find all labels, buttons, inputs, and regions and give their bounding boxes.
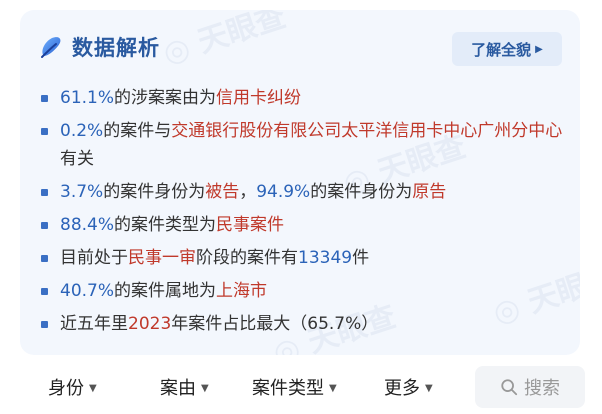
bullet-icon (41, 189, 48, 196)
filter-bar: 身份 ▼ 案由 ▼ 案件类型 ▼ 更多 ▼ 搜索 (0, 362, 602, 410)
filter-case-type-label: 案件类型 (252, 378, 324, 399)
highlight-link[interactable]: 被告 (205, 182, 239, 202)
analysis-list: 61.1%的涉案案由为信用卡纠纷 0.2%的案件与交通银行股份有限公司太平洋信用卡… (38, 84, 578, 343)
highlight-link[interactable]: 原告 (412, 182, 446, 202)
search-button[interactable]: 搜索 (475, 366, 585, 408)
bullet-icon (41, 321, 48, 328)
item-text: 阶段的案件有 (196, 248, 298, 268)
stat-value: 3.7% (60, 182, 104, 202)
item-text: 年案件占比最大（65.7%） (171, 314, 379, 334)
item-text: 的案件身份为 (310, 182, 413, 202)
item-text: 有关 (60, 149, 94, 169)
stat-value: 88.4% (60, 215, 115, 235)
highlight-link[interactable]: 2023 (128, 314, 171, 334)
filter-identity-label: 身份 (48, 378, 84, 399)
caret-down-icon: ▼ (329, 382, 337, 394)
bullet-icon (41, 255, 48, 262)
search-label: 搜索 (524, 378, 560, 399)
analysis-item: 61.1%的涉案案由为信用卡纠纷 (38, 84, 578, 112)
learn-more-button[interactable]: 了解全貌 ▶ (452, 32, 562, 66)
item-text: 近五年里 (60, 314, 128, 334)
bullet-icon (41, 288, 48, 295)
analysis-logo-icon (41, 37, 61, 58)
bullet-icon (41, 95, 48, 102)
stat-value: 61.1% (60, 88, 115, 108)
highlight-link[interactable]: 信用卡纠纷 (216, 88, 301, 108)
item-text: 的案件类型为 (114, 215, 217, 235)
stat-value: 13349 (298, 248, 353, 268)
caret-down-icon: ▼ (425, 382, 433, 394)
filter-case-type[interactable]: 案件类型 ▼ (252, 374, 337, 400)
stat-value: 0.2% (60, 121, 104, 141)
bullet-icon (41, 128, 48, 135)
analysis-item: 40.7%的案件属地为上海市 (38, 277, 578, 305)
filter-cause-label: 案由 (160, 378, 196, 399)
card-title: 数据解析 (72, 36, 160, 60)
item-text: 的案件身份为 (103, 182, 206, 202)
item-text: 的案件属地为 (114, 281, 217, 301)
caret-down-icon: ▼ (89, 382, 97, 394)
filter-more-label: 更多 (384, 378, 420, 399)
data-analysis-card: ◎ 天眼查 ◎ 天眼查 ◎ 天眼查 ◎ 天眼查 数据解析 了解全貌 ▶ 61.1… (20, 10, 580, 355)
filter-more[interactable]: 更多 ▼ (384, 374, 433, 400)
chevron-right-icon: ▶ (535, 43, 543, 55)
filter-identity[interactable]: 身份 ▼ (48, 374, 97, 400)
bullet-icon (41, 222, 48, 229)
search-icon (501, 379, 518, 396)
stat-value: 94.9% (256, 182, 311, 202)
item-text: 目前处于 (60, 248, 128, 268)
stat-value: 40.7% (60, 281, 115, 301)
caret-down-icon: ▼ (201, 382, 209, 394)
analysis-item: 目前处于民事一审阶段的案件有13349件 (38, 244, 578, 272)
analysis-item: 3.7%的案件身份为被告，94.9%的案件身份为原告 (38, 178, 578, 206)
learn-more-label: 了解全貌 (471, 40, 532, 59)
highlight-link[interactable]: 上海市 (216, 281, 267, 301)
highlight-link[interactable]: 民事案件 (216, 215, 284, 235)
item-text: ， (239, 182, 257, 202)
item-text: 的案件与 (103, 121, 172, 141)
watermark: ◎ 天眼查 (158, 10, 291, 72)
item-text: 的涉案案由为 (114, 88, 217, 108)
highlight-link[interactable]: 交通银行股份有限公司太平洋信用卡中心广州分中心 (171, 121, 562, 141)
item-text: 件 (352, 248, 370, 268)
highlight-link[interactable]: 民事一审 (128, 248, 196, 268)
analysis-item: 88.4%的案件类型为民事案件 (38, 211, 578, 239)
analysis-item: 0.2%的案件与交通银行股份有限公司太平洋信用卡中心广州分中心有关 (38, 117, 578, 173)
filter-cause[interactable]: 案由 ▼ (160, 374, 209, 400)
analysis-item: 近五年里2023年案件占比最大（65.7%） (38, 310, 578, 338)
